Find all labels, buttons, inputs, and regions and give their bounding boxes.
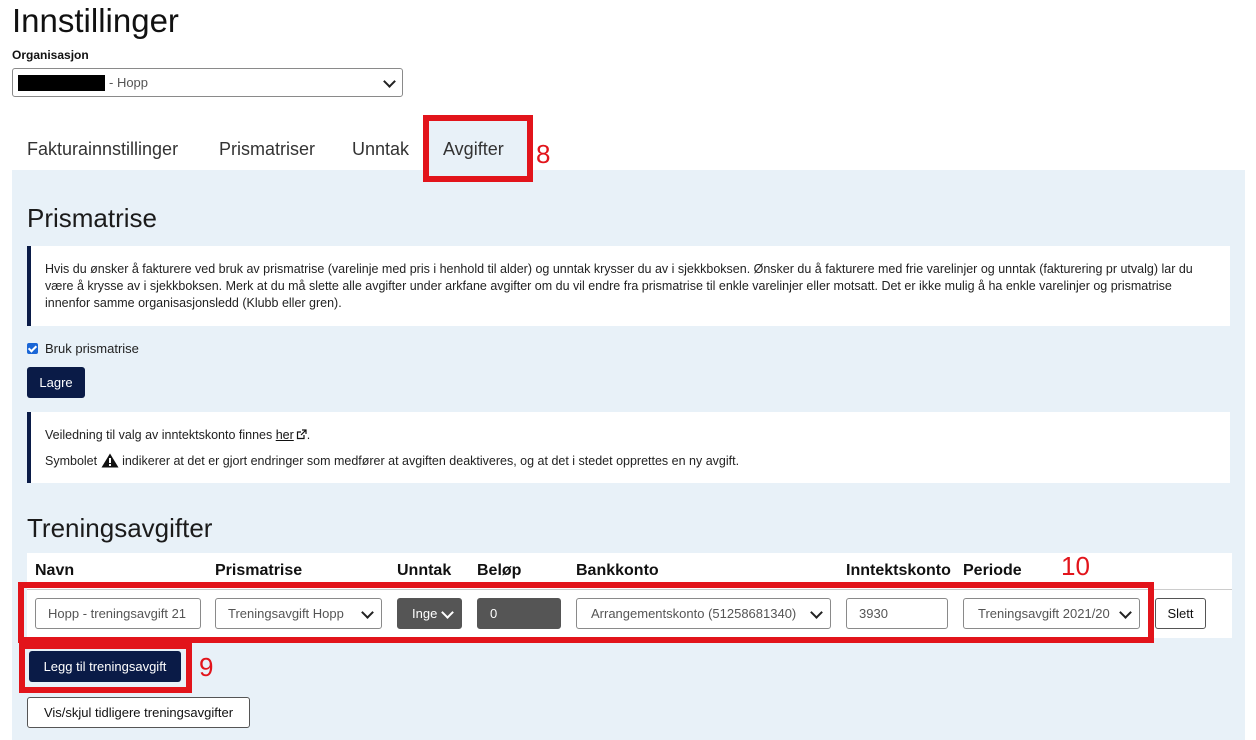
guide-line-2-text: Symbolet — [45, 454, 101, 468]
annotation-number-10: 10 — [1061, 551, 1090, 581]
annotation-number-8: 8 — [536, 139, 551, 169]
prismatrise-info-box: Hvis du ønsker å fakturere ved bruk av p… — [27, 246, 1230, 326]
tab-unntak[interactable]: Unntak — [337, 118, 424, 170]
redacted-organization-name — [18, 75, 105, 91]
organization-select[interactable]: - Hopp — [12, 68, 403, 97]
column-belop: Beløp — [477, 562, 522, 579]
annotation-number-9: 9 — [199, 652, 214, 682]
guide-line-1: Veiledning til valg av inntektskonto fin… — [45, 427, 1210, 444]
toggle-previous-fees-button[interactable]: Vis/skjul tidligere treningsavgifter — [27, 697, 250, 728]
column-bankkonto: Bankkonto — [576, 562, 659, 579]
chevron-down-icon — [383, 75, 396, 88]
column-prismatrise: Prismatrise — [215, 562, 303, 579]
delete-button[interactable]: Slett — [1155, 598, 1206, 629]
guide-line-2-suffix: indikerer at det er gjort endringer som … — [118, 454, 740, 468]
bruk-prismatrise-label: Bruk prismatrise — [45, 341, 139, 356]
column-inntektskonto: Inntektskonto — [846, 562, 951, 579]
prismatrise-heading: Prismatrise — [27, 203, 158, 233]
tab-bar: Fakturainnstillinger Prismatriser Unntak… — [12, 118, 1245, 170]
external-link-icon — [296, 429, 307, 440]
prismatrise-info-text: Hvis du ønsker å fakturere ved bruk av p… — [45, 262, 1193, 310]
guide-line-1-text: Veiledning til valg av inntektskonto fin… — [45, 428, 276, 442]
organization-selected-value: - Hopp — [109, 75, 149, 90]
page-title: Innstillinger — [12, 2, 179, 39]
bruk-prismatrise-checkbox[interactable] — [27, 343, 38, 354]
guide-info-box: Veiledning til valg av inntektskonto fin… — [27, 412, 1230, 483]
guide-line-2: Symbolet indikerer at det er gjort endri… — [45, 453, 1210, 470]
annotation-box-tab — [423, 115, 533, 182]
treningsavgifter-heading: Treningsavgifter — [27, 513, 213, 543]
tab-prismatriser[interactable]: Prismatriser — [204, 118, 330, 170]
guide-line-1-suffix: . — [306, 428, 311, 442]
annotation-box-add — [19, 643, 192, 693]
warning-icon — [101, 453, 119, 468]
column-unntak: Unntak — [397, 562, 452, 579]
column-periode: Periode — [963, 562, 1022, 579]
guide-link[interactable]: her — [276, 428, 294, 442]
save-button[interactable]: Lagre — [27, 367, 85, 398]
tab-fakturainnstillinger[interactable]: Fakturainnstillinger — [12, 118, 193, 170]
column-navn: Navn — [35, 562, 75, 579]
annotation-box-row — [18, 582, 1154, 643]
organization-label: Organisasjon — [12, 48, 89, 62]
